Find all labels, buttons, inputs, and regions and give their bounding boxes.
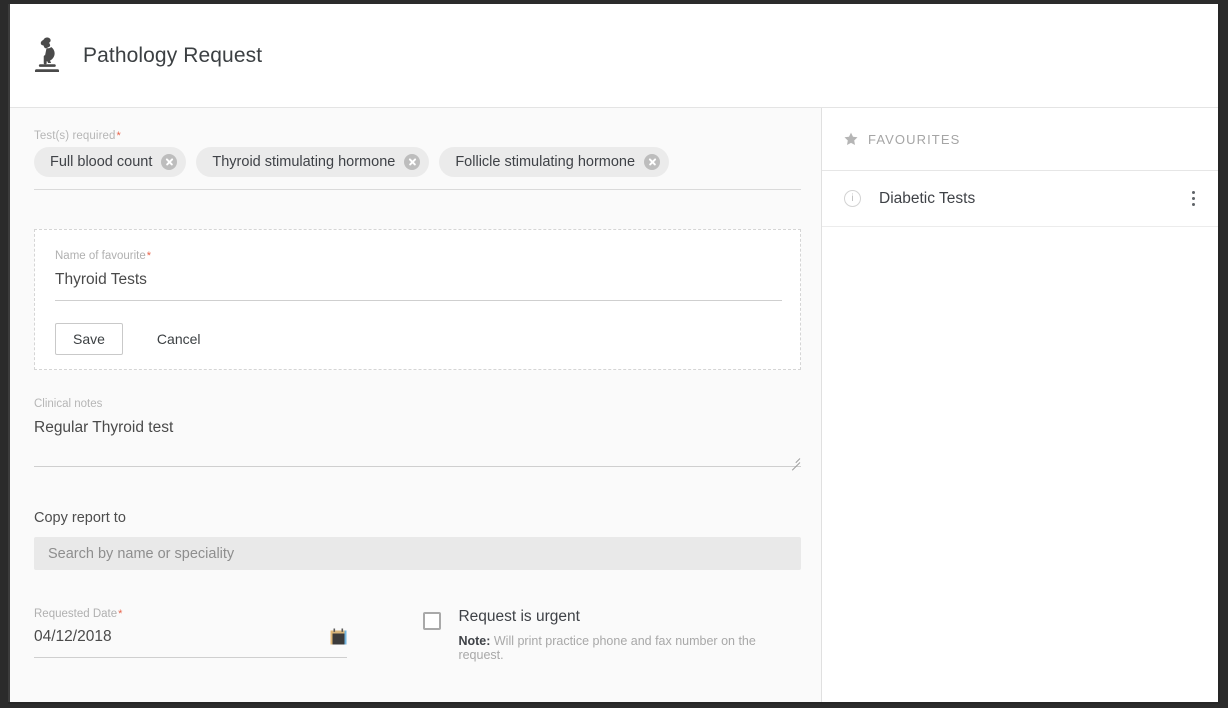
requested-date-line: 04/12/2018 bbox=[34, 628, 348, 658]
request-urgent-checkbox[interactable] bbox=[423, 612, 442, 630]
clinical-notes-underline: Regular Thyroid test bbox=[34, 419, 801, 467]
clinical-notes-label: Clinical notes bbox=[34, 398, 103, 410]
request-urgent-texts: Request is urgent Note: Will print pract… bbox=[458, 608, 799, 662]
microscope-icon bbox=[35, 37, 59, 72]
bottom-row: Requested Date* 04/12/2018 Request is ur… bbox=[34, 608, 799, 662]
save-favourite-card: Name of favourite* Thyroid Tests Save Ca… bbox=[34, 229, 801, 370]
request-urgent-field: Request is urgent Note: Will print pract… bbox=[423, 608, 799, 662]
close-circle-icon[interactable] bbox=[404, 154, 421, 170]
close-circle-icon[interactable] bbox=[161, 154, 178, 170]
favourites-header: FAVOURITES bbox=[822, 108, 1218, 171]
more-vertical-icon[interactable] bbox=[1184, 190, 1202, 208]
resize-grip-icon[interactable] bbox=[789, 454, 800, 465]
favourites-sidebar: FAVOURITES i Diabetic Tests bbox=[822, 108, 1218, 702]
tests-required-chip-row: Full blood count Thyroid stimulating hor… bbox=[34, 147, 801, 190]
info-circle-icon[interactable]: i bbox=[844, 190, 861, 207]
requested-date-input[interactable]: 04/12/2018 bbox=[34, 628, 112, 646]
main-form-panel: Test(s) required* Full blood count Thyro… bbox=[10, 108, 822, 702]
required-asterisk: * bbox=[146, 250, 152, 262]
clinical-notes-field: Clinical notes Regular Thyroid test bbox=[34, 398, 801, 467]
app-header: Pathology Request bbox=[10, 4, 1218, 108]
test-chip[interactable]: Full blood count bbox=[34, 147, 187, 177]
save-button[interactable]: Save bbox=[55, 323, 123, 355]
cancel-button[interactable]: Cancel bbox=[151, 324, 207, 354]
page-title: Pathology Request bbox=[83, 43, 263, 67]
requested-date-label-text: Requested Date bbox=[34, 608, 118, 620]
favourite-name-label-text: Name of favourite bbox=[55, 250, 146, 262]
required-asterisk: * bbox=[118, 608, 123, 620]
tests-required-field: Test(s) required* Full blood count Thyro… bbox=[34, 130, 801, 190]
request-urgent-note: Note: Will print practice phone and fax … bbox=[458, 634, 799, 662]
requested-date-field: Requested Date* 04/12/2018 bbox=[34, 608, 348, 658]
application-window: Pathology Request Test(s) required* Full… bbox=[8, 4, 1220, 704]
request-urgent-note-prefix: Note: bbox=[458, 634, 491, 648]
list-item-label: Diabetic Tests bbox=[879, 189, 976, 207]
request-urgent-label[interactable]: Request is urgent bbox=[458, 608, 799, 626]
tests-required-label-text: Test(s) required bbox=[34, 130, 116, 142]
list-item[interactable]: i Diabetic Tests bbox=[822, 171, 1218, 227]
calendar-icon[interactable] bbox=[330, 628, 347, 645]
favourite-name-input[interactable]: Thyroid Tests bbox=[55, 271, 782, 301]
favourite-card-actions: Save Cancel bbox=[55, 323, 780, 355]
body-split: Test(s) required* Full blood count Thyro… bbox=[10, 108, 1218, 702]
test-chip[interactable]: Thyroid stimulating hormone bbox=[196, 147, 430, 177]
favourite-name-label: Name of favourite* bbox=[55, 250, 780, 262]
test-chip[interactable]: Follicle stimulating hormone bbox=[439, 147, 670, 177]
tests-required-label: Test(s) required* bbox=[34, 130, 799, 142]
copy-report-to-label: Copy report to bbox=[34, 510, 126, 526]
requested-date-label: Requested Date* bbox=[34, 608, 347, 620]
close-circle-icon[interactable] bbox=[644, 154, 661, 170]
favourites-header-label: FAVOURITES bbox=[868, 131, 961, 147]
clinical-notes-textarea[interactable]: Regular Thyroid test bbox=[34, 419, 801, 466]
test-chip-label: Thyroid stimulating hormone bbox=[212, 154, 396, 170]
required-asterisk: * bbox=[116, 130, 121, 142]
test-chip-label: Follicle stimulating hormone bbox=[455, 154, 636, 170]
star-icon bbox=[844, 132, 858, 145]
test-chip-label: Full blood count bbox=[50, 154, 153, 170]
copy-report-to-field: Copy report to bbox=[34, 510, 801, 570]
copy-report-to-search-input[interactable] bbox=[34, 537, 801, 570]
request-urgent-note-text: Will print practice phone and fax number… bbox=[458, 634, 756, 662]
